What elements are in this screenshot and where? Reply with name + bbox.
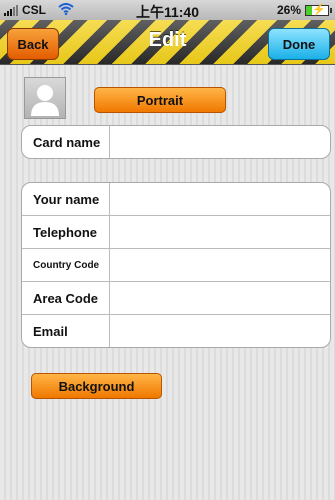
your-name-label: Your name bbox=[22, 183, 110, 215]
background-button[interactable]: Background bbox=[31, 373, 162, 399]
avatar[interactable] bbox=[24, 77, 66, 119]
status-bar: CSL 上午11:40 26% ⚡ bbox=[0, 0, 335, 20]
country-code-row: Country Code bbox=[22, 249, 330, 282]
your-name-field[interactable] bbox=[110, 183, 330, 215]
contact-info-group: Your name Telephone Country Code Area Co… bbox=[21, 182, 331, 348]
email-label: Email bbox=[22, 315, 110, 347]
navigation-bar: Back Edit Done bbox=[0, 20, 335, 65]
telephone-row: Telephone bbox=[22, 216, 330, 249]
telephone-field[interactable] bbox=[110, 216, 330, 248]
country-code-label: Country Code bbox=[22, 249, 110, 281]
card-name-group: Card name bbox=[21, 125, 331, 159]
avatar-placeholder-icon bbox=[31, 85, 59, 116]
card-name-row: Card name bbox=[22, 126, 330, 158]
area-code-field[interactable] bbox=[110, 282, 330, 314]
email-row: Email bbox=[22, 315, 330, 347]
card-name-label: Card name bbox=[22, 126, 110, 158]
your-name-row: Your name bbox=[22, 183, 330, 216]
area-code-label: Area Code bbox=[22, 282, 110, 314]
portrait-button[interactable]: Portrait bbox=[94, 87, 226, 113]
telephone-label: Telephone bbox=[22, 216, 110, 248]
battery-percent: 26% bbox=[276, 3, 301, 17]
battery-icon: ⚡ bbox=[305, 4, 332, 16]
card-name-field[interactable] bbox=[110, 126, 330, 158]
email-field[interactable] bbox=[110, 315, 330, 347]
country-code-field[interactable] bbox=[110, 249, 330, 281]
edit-form: Portrait Card name Your name Telephone C… bbox=[0, 65, 335, 500]
area-code-row: Area Code bbox=[22, 282, 330, 315]
done-button[interactable]: Done bbox=[268, 28, 330, 60]
